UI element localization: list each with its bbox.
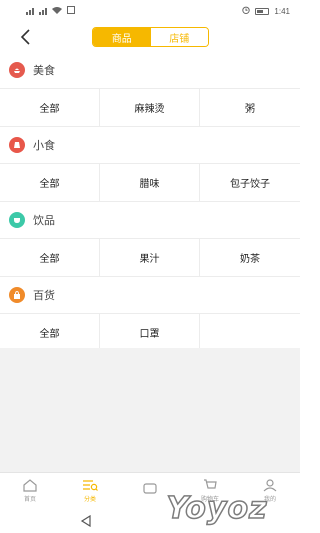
category-row-goods: 全部 口罩 xyxy=(0,313,300,352)
tab-home[interactable]: 首页 xyxy=(0,473,60,508)
battery-icon xyxy=(255,7,270,15)
drink-icon xyxy=(9,212,25,228)
category-item-empty xyxy=(200,314,300,351)
status-bar: 1:41 xyxy=(0,0,300,22)
category-row-food: 全部 麻辣烫 粥 xyxy=(0,88,300,127)
category-title: 小食 xyxy=(33,140,55,152)
segment-control: 商品 店铺 xyxy=(92,27,209,47)
content-empty-area xyxy=(0,348,300,472)
status-right: 1:41 xyxy=(242,6,290,16)
category-item[interactable]: 口罩 xyxy=(100,314,200,351)
category-row-snack: 全部 腊味 包子饺子 xyxy=(0,163,300,202)
status-time: 1:41 xyxy=(274,6,290,16)
status-left xyxy=(26,6,75,16)
category-icon xyxy=(82,478,98,492)
wifi-icon xyxy=(52,6,62,16)
home-icon xyxy=(22,478,38,492)
nav-back-button[interactable] xyxy=(80,514,92,532)
category-item[interactable]: 全部 xyxy=(0,89,100,126)
category-title: 美食 xyxy=(33,65,55,77)
category-title: 饮品 xyxy=(33,215,55,227)
tab-label: 首页 xyxy=(23,497,36,503)
category-item[interactable]: 全部 xyxy=(0,314,100,351)
triangle-back-icon xyxy=(80,514,91,528)
tab-category[interactable]: 分类 xyxy=(60,473,120,508)
snack-icon xyxy=(9,137,25,153)
watermark-logo: Yoyoz xyxy=(166,490,268,527)
back-button[interactable] xyxy=(14,26,36,48)
category-item[interactable]: 包子饺子 xyxy=(200,164,300,201)
category-item[interactable]: 麻辣烫 xyxy=(100,89,200,126)
category-header-goods: 百货 xyxy=(0,277,300,313)
category-item[interactable]: 果汁 xyxy=(100,239,200,276)
category-item[interactable]: 粥 xyxy=(200,89,300,126)
tab-label: 分类 xyxy=(83,497,96,503)
category-item[interactable]: 腊味 xyxy=(100,164,200,201)
category-item[interactable]: 全部 xyxy=(0,239,100,276)
bag-icon xyxy=(9,287,25,303)
tab-products[interactable]: 商品 xyxy=(93,28,151,46)
tab-stores[interactable]: 店铺 xyxy=(150,28,208,46)
category-header-drinks: 饮品 xyxy=(0,202,300,238)
category-item[interactable]: 奶茶 xyxy=(200,239,300,276)
signal-icon xyxy=(26,7,34,15)
category-header-snack: 小食 xyxy=(0,127,300,163)
notification-icon xyxy=(67,6,75,16)
category-row-drinks: 全部 果汁 奶茶 xyxy=(0,238,300,277)
category-header-food: 美食 xyxy=(0,52,300,88)
signal-icon-2 xyxy=(39,7,47,15)
alarm-icon xyxy=(242,6,251,16)
category-title: 百货 xyxy=(33,290,55,302)
header: 商品 店铺 xyxy=(0,22,300,52)
chevron-left-icon xyxy=(20,29,30,45)
category-item[interactable]: 全部 xyxy=(0,164,100,201)
food-icon xyxy=(9,62,25,78)
